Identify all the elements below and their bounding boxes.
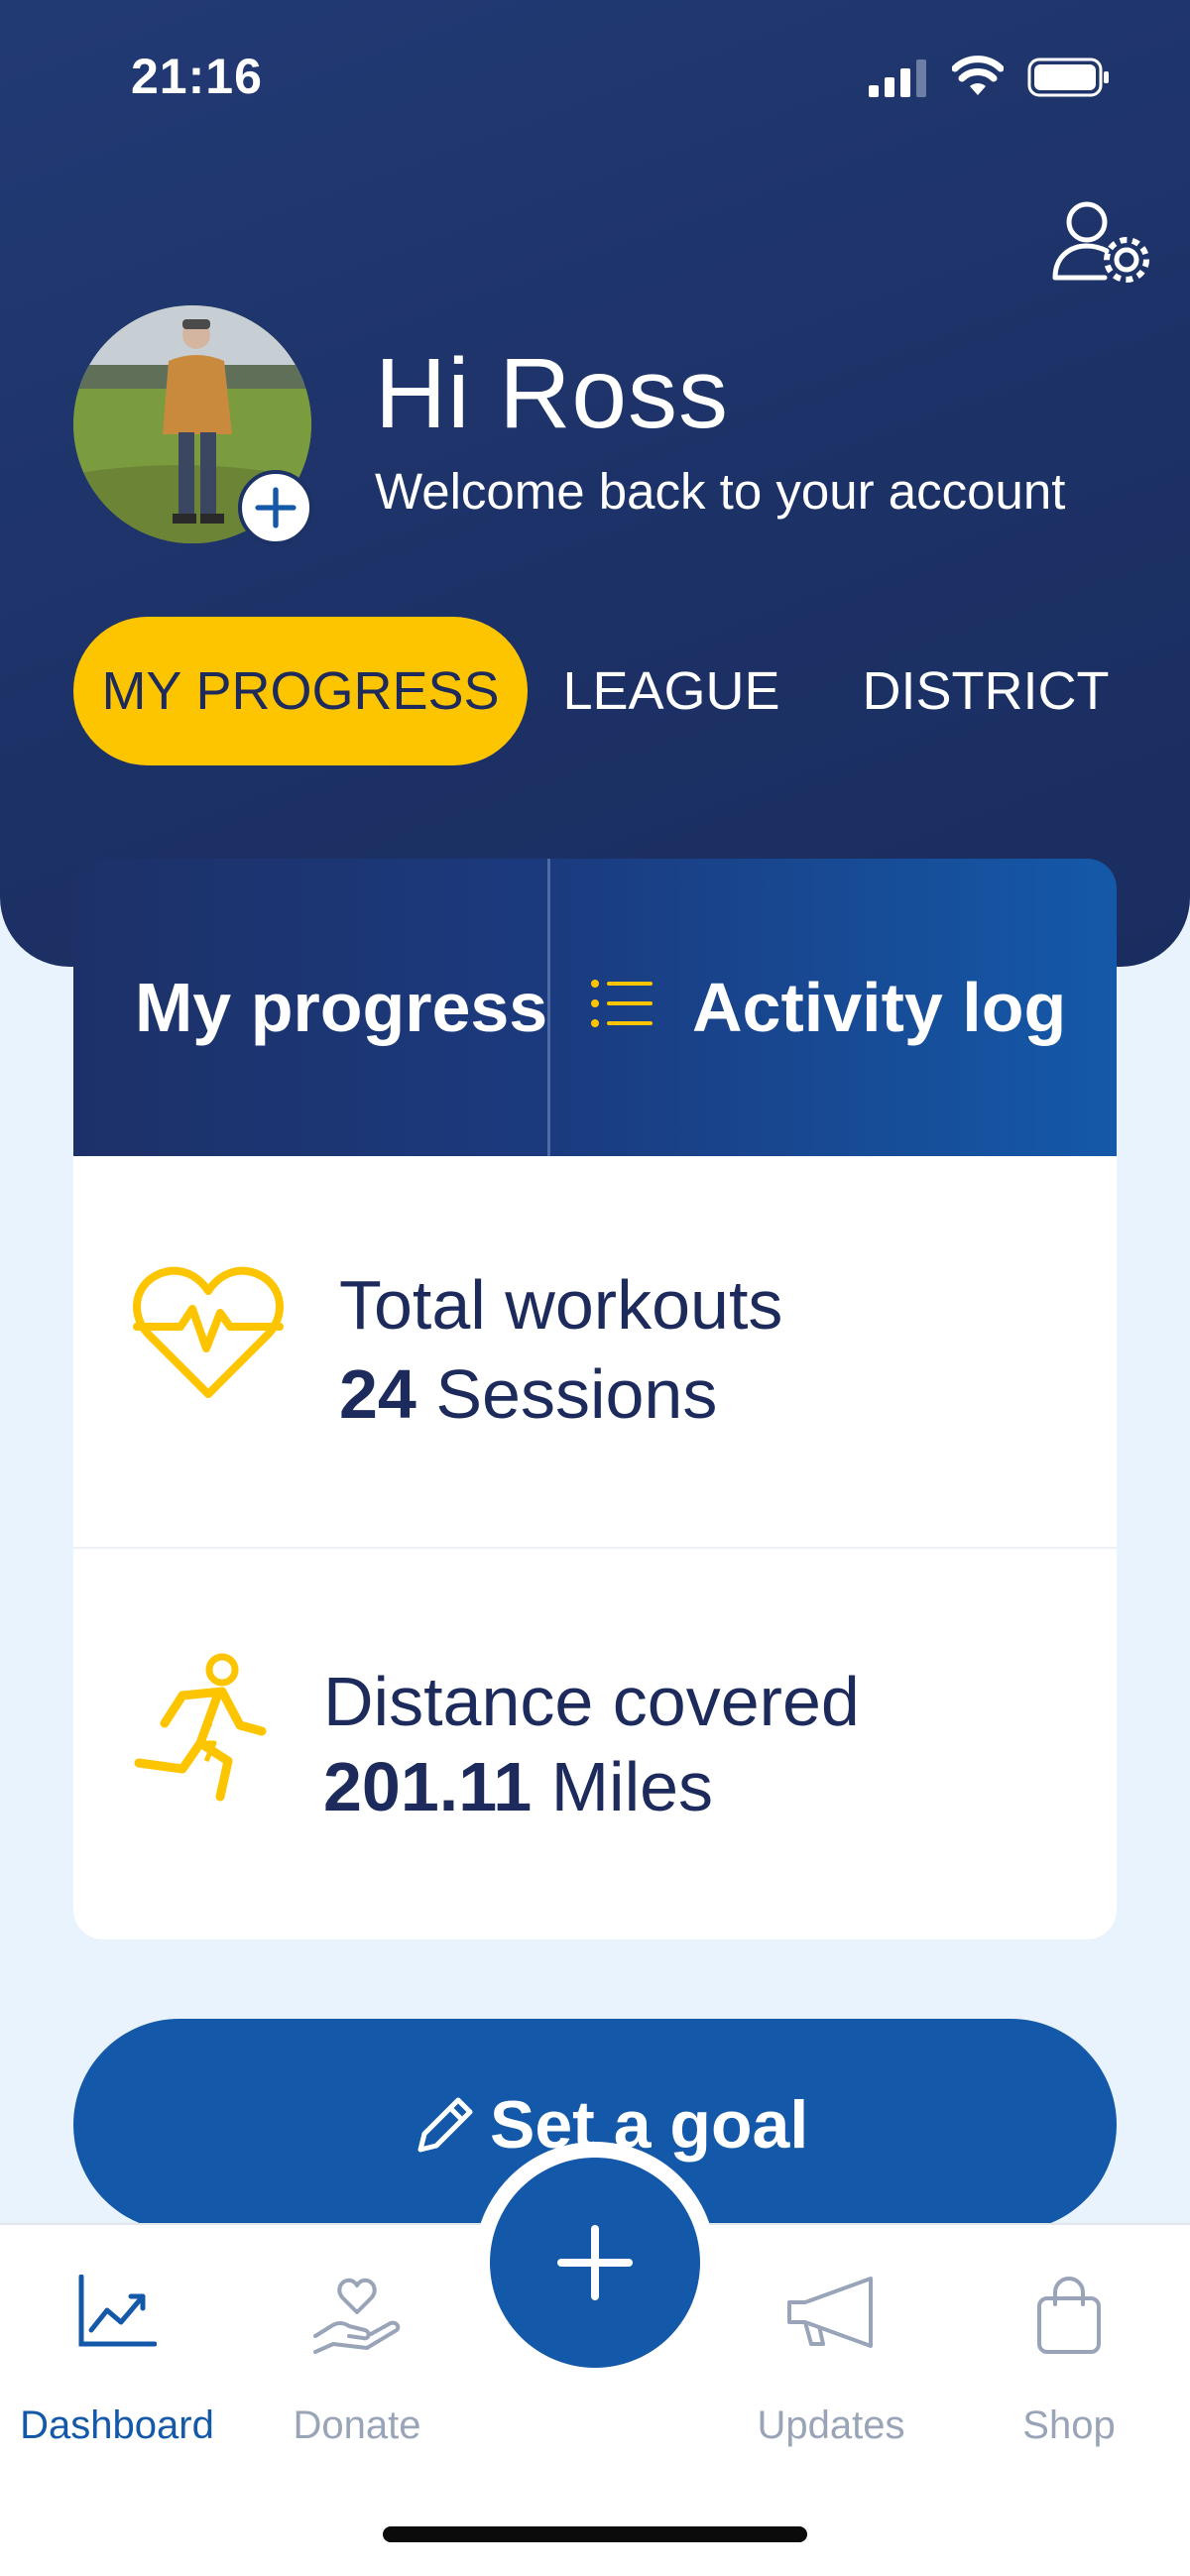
add-photo-button[interactable] [238, 470, 313, 545]
shopping-bag-icon [1037, 2277, 1101, 2354]
home-indicator [383, 2526, 807, 2542]
stat-label-workouts: Total workouts [339, 1266, 783, 1344]
stat-number-distance: 201.11 [323, 1748, 533, 1825]
heart-pulse-icon [133, 1266, 284, 1398]
signal-icon [869, 59, 926, 97]
stat-unit-distance: Miles [550, 1748, 714, 1825]
battery-icon [1027, 58, 1109, 97]
card-tab-activity-log[interactable]: Activity log [692, 859, 1066, 1156]
nav-label-updates: Updates [757, 2403, 905, 2447]
nav-label-dashboard: Dashboard [20, 2403, 214, 2447]
stat-unit-workouts: Sessions [435, 1355, 718, 1433]
add-activity-button[interactable] [490, 2158, 700, 2368]
pencil-icon [417, 2097, 473, 2153]
card-divider [547, 859, 550, 1156]
status-time: 21:16 [131, 49, 263, 104]
wifi-icon [952, 56, 1004, 95]
plus-icon [557, 2225, 633, 2300]
tab-my-progress[interactable]: MY PROGRESS [73, 617, 528, 765]
stat-number-workouts: 24 [339, 1355, 416, 1433]
nav-updates[interactable]: Updates [714, 2225, 948, 2463]
nav-dashboard[interactable]: Dashboard [0, 2225, 234, 2463]
stat-label-distance: Distance covered [323, 1663, 860, 1740]
progress-card-body: Total workouts 24 Sessions Distance cove… [73, 1156, 1117, 1939]
greeting-title: Hi Ross [375, 338, 730, 449]
header: 21:16 Hi Ross Welcome back to your accou… [0, 0, 1190, 967]
chart-icon [78, 2275, 157, 2347]
stat-divider [73, 1547, 1117, 1549]
nav-label-shop: Shop [1022, 2403, 1116, 2447]
stat-value-distance: 201.11 Miles [323, 1747, 713, 1826]
tab-league[interactable]: LEAGUE [547, 617, 795, 765]
progress-card-header: My progress Activity log [73, 859, 1117, 1156]
list-icon [591, 980, 653, 1027]
top-tabs: MY PROGRESS LEAGUE DISTRICT [73, 617, 1125, 765]
megaphone-icon [787, 2277, 873, 2348]
runner-icon [134, 1653, 267, 1802]
card-tab-my-progress[interactable]: My progress [135, 859, 547, 1156]
nav-label-donate: Donate [293, 2403, 421, 2447]
nav-shop[interactable]: Shop [952, 2225, 1186, 2463]
stat-value-workouts: 24 Sessions [339, 1354, 717, 1434]
tab-district[interactable]: DISTRICT [837, 617, 1134, 765]
donate-icon [313, 2278, 401, 2354]
greeting-subtitle: Welcome back to your account [375, 463, 1066, 520]
status-bar: 21:16 [0, 0, 1190, 149]
nav-donate[interactable]: Donate [234, 2225, 480, 2463]
user-settings-icon[interactable] [1051, 198, 1154, 286]
